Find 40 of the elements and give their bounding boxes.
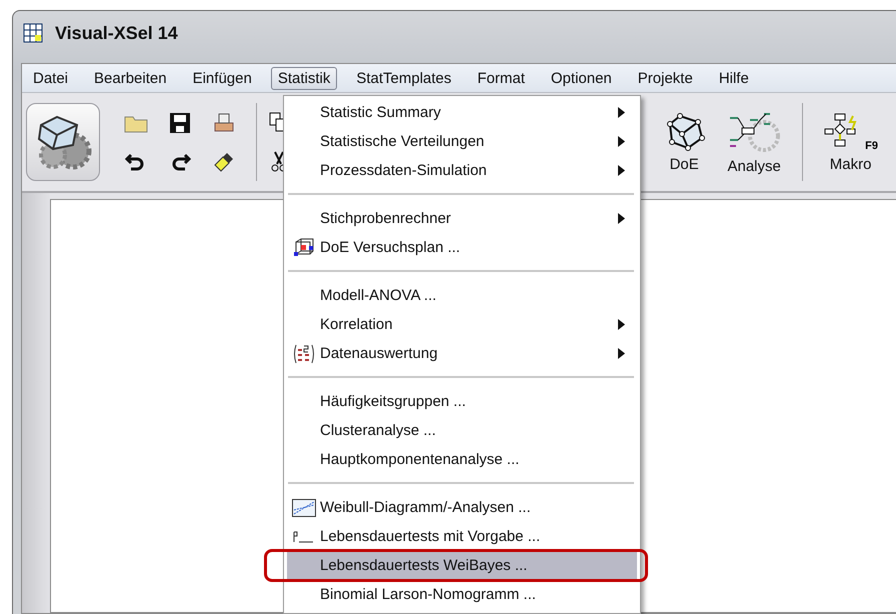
submenu-arrow-icon [618, 213, 625, 224]
menu-entry[interactable]: Binomial Larson-Nomogramm ... [287, 580, 637, 609]
menu-item[interactable]: Statistik [270, 66, 338, 90]
submenu-arrow-icon [618, 348, 625, 359]
save-icon[interactable] [167, 111, 193, 135]
menu-entry[interactable]: DoE Versuchsplan ... [287, 233, 637, 262]
menu-entry[interactable]: Korrelation [287, 310, 637, 339]
regression-icon [292, 344, 314, 364]
app-logo-button[interactable] [26, 103, 100, 181]
menu-entry[interactable]: Lebensdauertests WeiBayes ... [287, 551, 637, 580]
menu-entry[interactable]: Clusteranalyse ... [287, 416, 637, 445]
menu-entry[interactable]: Statistic Summary [287, 98, 637, 127]
shortcut-label: F9 [865, 140, 878, 152]
cube-icon [292, 238, 314, 258]
toolbar-button[interactable]: F9 Makro [813, 112, 888, 172]
toolbar-button[interactable]: Analyse [716, 110, 792, 174]
menu-item[interactable]: Format [470, 66, 532, 90]
menu-entry[interactable]: Lebensdauertests mit Vorgabe ... [287, 522, 637, 551]
menu-entry[interactable]: Hauptkomponentenanalyse ... [287, 445, 637, 474]
menu-item[interactable]: Einfügen [186, 66, 259, 90]
toolbar-button[interactable]: DoE [652, 112, 716, 172]
menu-item[interactable]: Optionen [544, 66, 619, 90]
menu-item[interactable]: Datei [26, 66, 76, 90]
menu-item[interactable]: StatTemplates [349, 66, 458, 90]
app-icon [23, 23, 43, 43]
menu-entry[interactable]: Prozessdaten-Simulation [287, 156, 637, 185]
submenu-arrow-icon [618, 107, 625, 118]
menu-item[interactable]: Bearbeiten [87, 66, 174, 90]
menu-entry[interactable]: Weibull-Diagramm/-Analysen ... [287, 493, 637, 522]
window-title: Visual-XSel 14 [55, 22, 178, 44]
menu-entry[interactable]: Stichprobenrechner [287, 204, 637, 233]
menu-entry[interactable]: Datenauswertung [287, 339, 637, 368]
menu-item[interactable]: Projekte [630, 66, 700, 90]
menu-item[interactable]: Hilfe [712, 66, 756, 90]
submenu-arrow-icon [618, 165, 625, 176]
menu-entry[interactable]: Häufigkeitsgruppen ... [287, 387, 637, 416]
submenu-arrow-icon [618, 136, 625, 147]
menu-entry[interactable]: Modell-ANOVA ... [287, 281, 637, 310]
menu-entry[interactable]: Statistische Verteilungen [287, 127, 637, 156]
submenu-arrow-icon [618, 319, 625, 330]
